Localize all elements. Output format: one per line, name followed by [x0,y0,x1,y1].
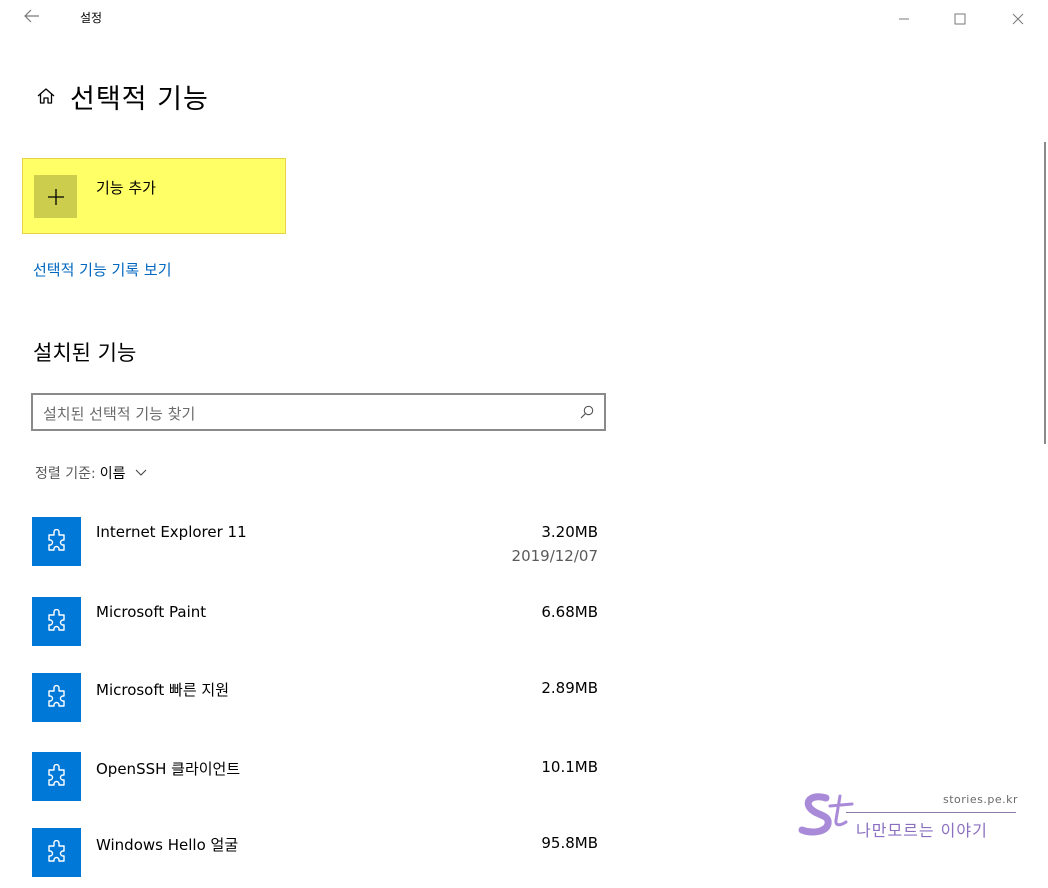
feature-name: Windows Hello 얼굴 [96,836,239,854]
list-item[interactable]: Microsoft 빠른 지원 2.89MB [32,673,598,733]
feature-size: 95.8MB [541,834,598,852]
watermark-text: 나만모르는 이야기 [856,821,988,840]
watermark: stories.pe.kr 나만모르는 이야기 [796,790,1026,850]
feature-size: 6.68MB [541,603,598,621]
list-item[interactable]: OpenSSH 클라이언트 10.1MB [32,752,598,812]
minimize-button[interactable] [884,4,924,34]
puzzle-icon [32,828,81,877]
close-button[interactable] [998,4,1038,34]
puzzle-icon [32,597,81,646]
feature-name: Microsoft 빠른 지원 [96,681,229,699]
puzzle-icon [32,673,81,722]
scrollbar[interactable] [1044,142,1046,444]
feature-size: 2.89MB [541,679,598,697]
watermark-divider [846,812,1016,813]
feature-name: Internet Explorer 11 [96,523,247,541]
maximize-button[interactable] [940,4,980,34]
close-icon [1012,13,1024,25]
list-item[interactable]: Microsoft Paint 6.68MB [32,597,598,657]
feature-size: 3.20MB [541,523,598,541]
feature-name: Microsoft Paint [96,603,207,621]
maximize-icon [954,13,966,25]
minimize-icon [899,18,909,20]
list-item[interactable]: Internet Explorer 11 3.20MB 2019/12/07 [32,517,598,577]
puzzle-icon [32,752,81,801]
watermark-domain: stories.pe.kr [943,793,1018,806]
list-item[interactable]: Windows Hello 얼굴 95.8MB [32,828,598,888]
watermark-logo [798,793,854,836]
feature-name: OpenSSH 클라이언트 [96,760,241,778]
feature-size: 10.1MB [541,758,598,776]
puzzle-icon [32,517,81,566]
feature-date: 2019/12/07 [511,547,598,565]
installed-feature-list: Internet Explorer 11 3.20MB 2019/12/07 M… [0,0,620,879]
